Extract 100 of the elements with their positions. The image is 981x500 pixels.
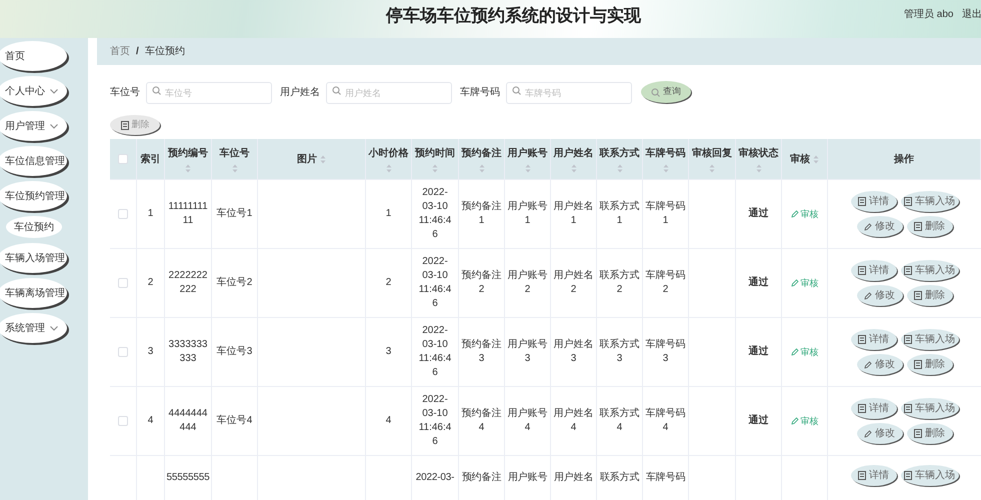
- table-cell-text: 2022-03-10 11:46:46: [418, 393, 452, 449]
- sidebar-item[interactable]: 车位信息管理: [0, 146, 67, 176]
- column-header: 预约编号: [165, 139, 212, 180]
- document-icon: [120, 120, 128, 130]
- pencil-icon: [790, 279, 798, 287]
- sort-icon[interactable]: [756, 164, 762, 172]
- action-button[interactable]: 删除: [906, 354, 952, 375]
- search-field[interactable]: 车牌号码: [506, 82, 632, 104]
- table-cell-text: 用户姓名4: [552, 407, 594, 435]
- table-cell: 车位号1: [216, 207, 252, 221]
- action-button[interactable]: 详情: [850, 465, 896, 486]
- table-cell: 通过: [748, 207, 768, 221]
- sort-icon[interactable]: [662, 164, 668, 172]
- document-icon: [904, 197, 912, 206]
- sidebar-item[interactable]: 车辆离场管理: [0, 278, 67, 308]
- review-link[interactable]: 审核: [790, 276, 818, 290]
- table-cell-text: 车牌号码3: [644, 338, 686, 366]
- action-button[interactable]: 详情: [850, 329, 896, 350]
- table-cell-text: 1111111111: [167, 200, 209, 228]
- action-button[interactable]: 详情: [850, 191, 896, 212]
- table-cell: 3: [386, 345, 392, 359]
- search-field[interactable]: 车位号: [146, 82, 272, 104]
- table-cell: 2: [148, 276, 154, 290]
- document-icon: [904, 404, 912, 413]
- checkbox[interactable]: [118, 347, 128, 357]
- checkbox[interactable]: [118, 209, 128, 219]
- sort-icon[interactable]: [813, 154, 819, 164]
- action-button[interactable]: 详情: [850, 398, 896, 419]
- sort-icon[interactable]: [386, 164, 392, 172]
- document-icon: [914, 360, 922, 369]
- checkbox[interactable]: [118, 278, 128, 288]
- document-icon: [914, 291, 922, 300]
- search-field[interactable]: 用户姓名: [326, 82, 452, 104]
- sort-icon[interactable]: [616, 164, 622, 172]
- action-button[interactable]: 详情: [850, 260, 896, 281]
- sort-icon[interactable]: [432, 164, 438, 172]
- query-button[interactable]: 查询: [641, 81, 691, 103]
- sidebar-item[interactable]: 个人中心: [0, 76, 67, 106]
- document-icon: [914, 222, 922, 231]
- table-cell-text: 用户账号2: [506, 269, 548, 297]
- column-header: 预约时间: [412, 139, 459, 180]
- pencil-icon: [790, 348, 798, 356]
- sort-icon[interactable]: [570, 164, 576, 172]
- sidebar-item[interactable]: 首页: [0, 41, 67, 71]
- sidebar-item[interactable]: 用户管理: [0, 111, 67, 141]
- table-cell-text: 车牌号码2: [644, 269, 686, 297]
- action-button[interactable]: 修改: [856, 216, 902, 237]
- table-cell-text: 车牌号码1: [644, 200, 686, 228]
- action-button[interactable]: 删除: [906, 285, 952, 306]
- table-cell-text: 用户姓名2: [552, 269, 594, 297]
- table-cell-text: 用户姓名1: [552, 200, 594, 228]
- sidebar-subitem[interactable]: 车位预约: [6, 216, 62, 238]
- action-button[interactable]: 修改: [856, 354, 902, 375]
- action-button[interactable]: 车辆入场: [900, 329, 958, 350]
- action-button[interactable]: 车辆入场: [900, 260, 958, 281]
- chevron-down-icon: [50, 326, 58, 330]
- table-cell: 1: [386, 207, 392, 221]
- action-button[interactable]: 删除: [906, 216, 952, 237]
- sort-icon[interactable]: [709, 164, 715, 172]
- checkbox[interactable]: [118, 416, 128, 426]
- table-cell: 4: [148, 414, 154, 428]
- sort-icon[interactable]: [232, 164, 238, 172]
- sort-icon[interactable]: [524, 164, 530, 172]
- column-header: 联系方式: [597, 139, 643, 180]
- column-header: 用户账号: [505, 139, 551, 180]
- action-button[interactable]: 修改: [856, 423, 902, 444]
- document-icon: [858, 197, 866, 206]
- review-link[interactable]: 审核: [790, 414, 818, 428]
- column-header: 审核回复: [689, 139, 736, 180]
- sidebar-item[interactable]: 车位预约管理: [0, 181, 67, 211]
- document-icon: [858, 471, 866, 480]
- table-cell: 联系方式: [600, 471, 640, 485]
- breadcrumb-link[interactable]: 首页: [110, 44, 130, 59]
- action-button[interactable]: 删除: [906, 423, 952, 444]
- action-button[interactable]: 修改: [856, 285, 902, 306]
- review-link[interactable]: 审核: [790, 207, 818, 221]
- action-button[interactable]: 车辆入场: [900, 398, 958, 419]
- sidebar-item[interactable]: 车辆入场管理: [0, 243, 67, 273]
- sort-icon[interactable]: [478, 164, 484, 172]
- table-cell-text: 联系方式1: [598, 200, 640, 228]
- sidebar-item[interactable]: 系统管理: [0, 313, 67, 343]
- sort-icon[interactable]: [320, 154, 326, 164]
- action-button[interactable]: 车辆入场: [900, 465, 958, 486]
- document-icon: [904, 471, 912, 480]
- search-icon: [152, 86, 161, 95]
- action-button[interactable]: 车辆入场: [900, 191, 958, 212]
- chevron-down-icon: [50, 124, 58, 128]
- chevron-down-icon: [50, 88, 58, 94]
- column-header: 审核: [782, 139, 828, 180]
- table-cell-text: 2022-03-10 11:46:46: [418, 186, 452, 242]
- review-link[interactable]: 审核: [790, 345, 818, 359]
- sort-icon[interactable]: [185, 164, 191, 172]
- breadcrumb-link[interactable]: 车位预约: [144, 44, 185, 59]
- table-cell: 通过: [748, 345, 768, 359]
- column-header: 小时价格: [366, 139, 412, 180]
- table-cell: 1: [148, 207, 154, 221]
- column-header: 车牌号码: [643, 139, 689, 180]
- logout-link[interactable]: 退出: [962, 7, 981, 22]
- checkbox[interactable]: [118, 154, 128, 164]
- table-cell: 通过: [748, 414, 768, 428]
